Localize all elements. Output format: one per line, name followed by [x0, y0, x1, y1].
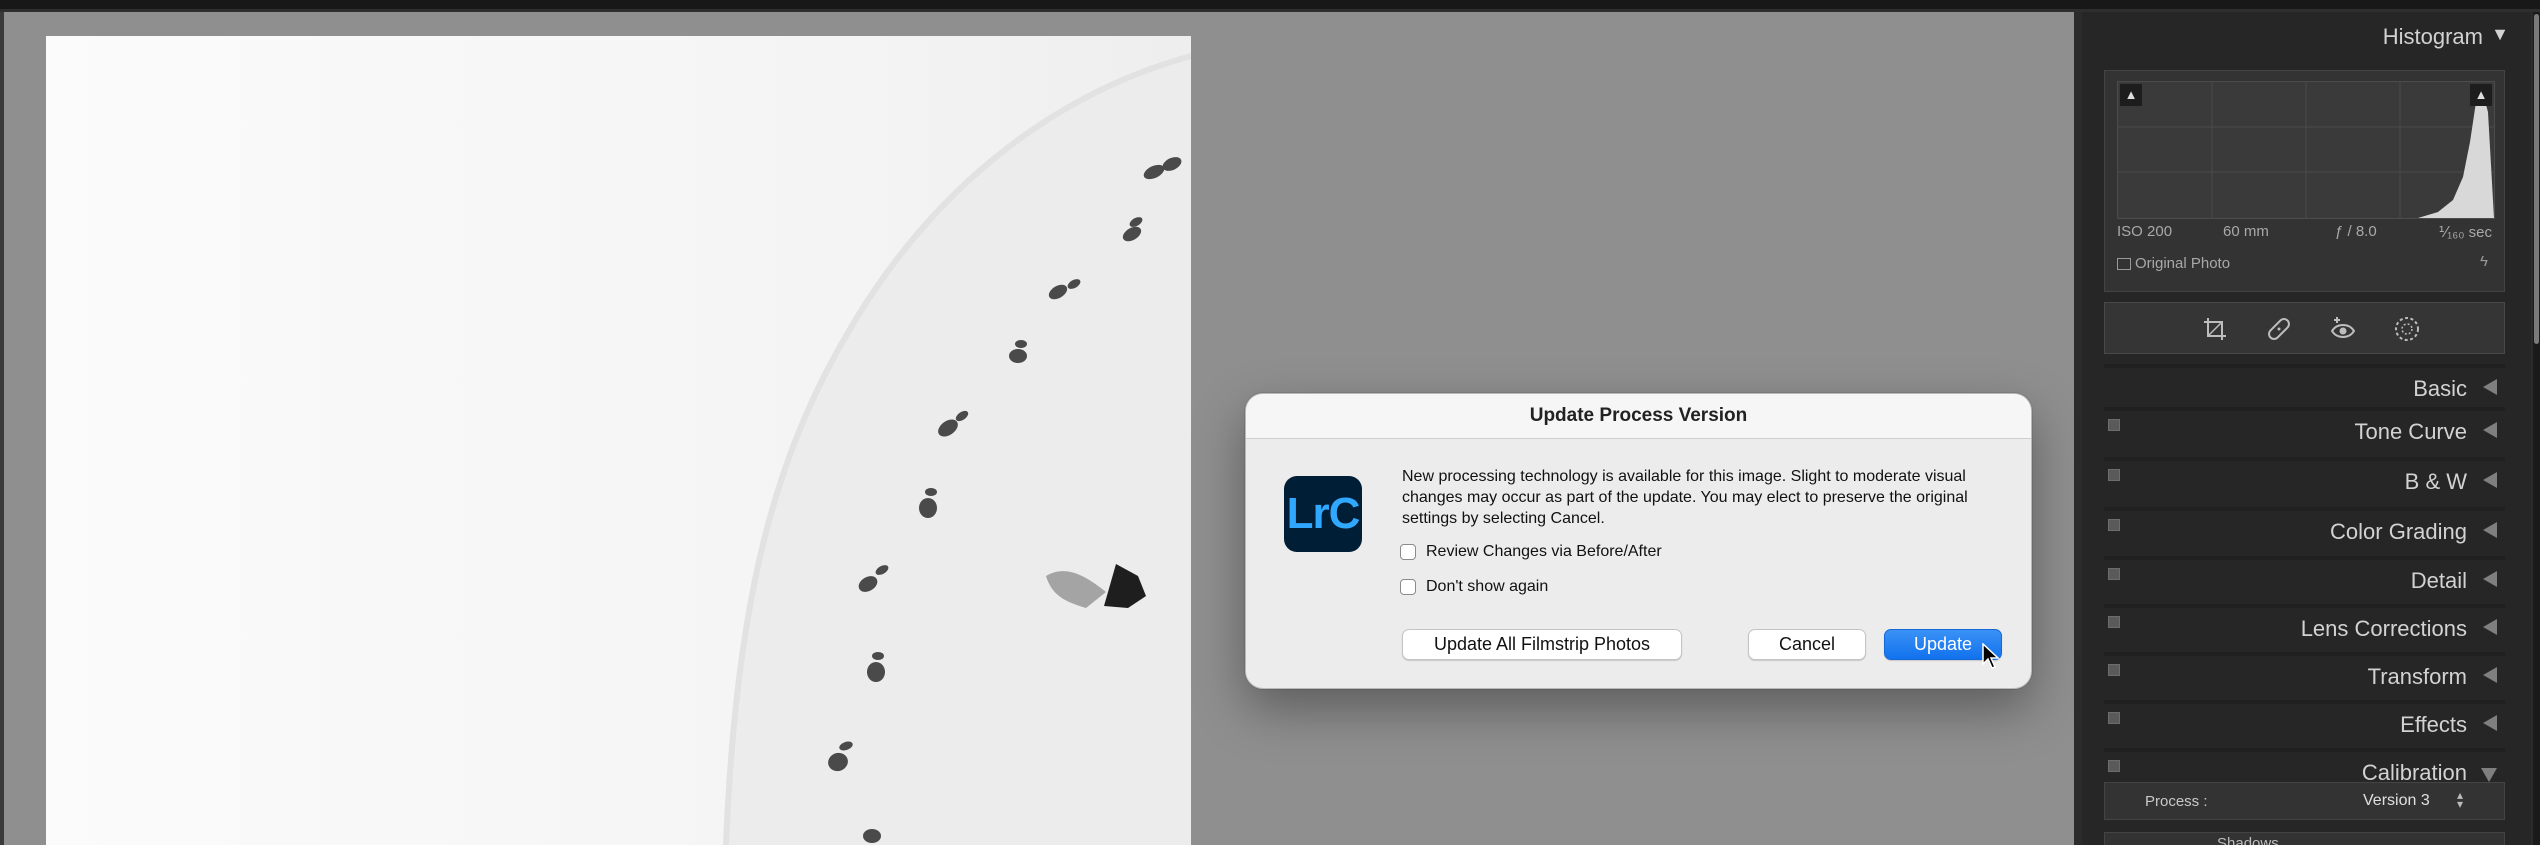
histogram-collapse-icon[interactable]: ▼	[2491, 24, 2509, 45]
panel-inner: Histogram ▼ ▲ ▲ ISO 200 60 mm ƒ / 8.0 ⅟₁…	[2082, 12, 2531, 845]
healing-tool-icon[interactable]	[2265, 315, 2293, 343]
lrc-app-icon: LrC	[1284, 476, 1362, 552]
review-changes-checkbox[interactable]	[1400, 544, 1416, 560]
dont-show-again-checkbox[interactable]	[1400, 579, 1416, 595]
dialog-title: Update Process Version	[1529, 405, 1748, 426]
toggle-switch-icon[interactable]	[2108, 664, 2120, 676]
tool-strip	[2104, 302, 2505, 354]
section-color-grading-label: Color Grading	[2330, 519, 2467, 544]
section-effects[interactable]: Effects	[2104, 700, 2505, 747]
toggle-switch-icon[interactable]	[2108, 568, 2120, 580]
section-tone-curve[interactable]: Tone Curve	[2104, 407, 2505, 454]
original-photo-checkbox[interactable]	[2117, 257, 2131, 270]
select-arrows-icon[interactable]: ▴ ▾	[2457, 789, 2463, 810]
toggle-switch-icon[interactable]	[2108, 760, 2120, 772]
histogram-chart	[2118, 82, 2494, 218]
toggle-switch-icon[interactable]	[2108, 616, 2120, 628]
original-photo-toggle[interactable]: Original Photo	[2117, 255, 2230, 272]
shutter-speed-value: ⅟₁₆₀ sec	[2438, 224, 2492, 241]
toggle-switch-icon[interactable]	[2108, 712, 2120, 724]
collapse-triangle-icon[interactable]	[2483, 619, 2497, 635]
shadow-clipping-indicator[interactable]: ▲	[2120, 84, 2142, 106]
collapse-triangle-icon[interactable]	[2483, 522, 2497, 538]
develop-right-panel: Histogram ▼ ▲ ▲ ISO 200 60 mm ƒ / 8.0 ⅟₁…	[2074, 12, 2540, 845]
section-basic-label: Basic	[2413, 376, 2467, 401]
crop-tool-icon[interactable]	[2201, 315, 2229, 343]
section-transform[interactable]: Transform	[2104, 652, 2505, 699]
histogram-title[interactable]: Histogram	[2383, 24, 2483, 50]
process-version-row: Process : Version 3 ▴ ▾	[2104, 782, 2505, 820]
dont-show-again-checkbox-row[interactable]: Don't show again	[1400, 578, 1548, 596]
mouse-cursor-icon	[1982, 643, 2000, 669]
photo-image	[46, 36, 1191, 845]
collapse-triangle-icon[interactable]	[2483, 667, 2497, 683]
update-process-version-dialog: Update Process Version LrC New processin…	[1245, 393, 2032, 689]
section-lens-corrections-label: Lens Corrections	[2300, 616, 2467, 641]
top-bar	[0, 0, 2540, 12]
section-effects-label: Effects	[2400, 712, 2467, 737]
section-tone-curve-label: Tone Curve	[2354, 419, 2467, 444]
section-bw-label: B & W	[2404, 469, 2467, 494]
toggle-switch-icon[interactable]	[2108, 419, 2120, 431]
histogram-graph: ▲ ▲	[2117, 81, 2495, 219]
focal-length-value: 60 mm	[2223, 223, 2269, 240]
collapse-triangle-icon[interactable]	[2483, 422, 2497, 438]
shadows-row: Shadows	[2104, 832, 2505, 845]
highlight-clipping-indicator[interactable]: ▲	[2470, 84, 2492, 106]
dialog-message: New processing technology is available f…	[1402, 468, 1968, 527]
iso-value: ISO 200	[2117, 223, 2173, 240]
update-all-filmstrip-button[interactable]: Update All Filmstrip Photos	[1402, 629, 1682, 660]
section-detail[interactable]: Detail	[2104, 556, 2505, 603]
cancel-button[interactable]: Cancel	[1748, 629, 1866, 660]
dialog-title-bar: Update Process Version	[1246, 394, 2031, 439]
dont-show-again-label: Don't show again	[1426, 578, 1549, 595]
toggle-switch-icon[interactable]	[2108, 519, 2120, 531]
shadows-label: Shadows	[2217, 835, 2279, 845]
section-lens-corrections[interactable]: Lens Corrections	[2104, 604, 2505, 651]
expand-triangle-icon[interactable]	[2481, 768, 2497, 782]
original-photo-label: Original Photo	[2135, 255, 2231, 272]
aperture-value: ƒ / 8.0	[2335, 223, 2377, 240]
collapse-triangle-icon[interactable]	[2483, 715, 2497, 731]
section-basic[interactable]: Basic	[2104, 364, 2505, 411]
process-label: Process :	[2145, 793, 2208, 810]
collapse-triangle-icon[interactable]	[2483, 571, 2497, 587]
section-bw[interactable]: B & W	[2104, 457, 2505, 504]
review-changes-label: Review Changes via Before/After	[1426, 543, 1662, 560]
lightning-icon[interactable]: ϟ	[2480, 253, 2488, 270]
review-changes-checkbox-row[interactable]: Review Changes via Before/After	[1400, 543, 1662, 561]
process-version-select[interactable]: Version 3	[2363, 792, 2430, 810]
redeye-tool-icon[interactable]	[2329, 315, 2357, 343]
collapse-triangle-icon[interactable]	[2483, 379, 2497, 395]
histogram-box: ▲ ▲ ISO 200 60 mm ƒ / 8.0 ⅟₁₆₀ sec Origi…	[2104, 70, 2505, 292]
masking-tool-icon[interactable]	[2393, 315, 2421, 343]
section-transform-label: Transform	[2367, 664, 2467, 689]
toggle-switch-icon[interactable]	[2108, 469, 2120, 481]
collapse-triangle-icon[interactable]	[2483, 472, 2497, 488]
section-detail-label: Detail	[2410, 568, 2467, 593]
panel-scrollbar[interactable]	[2533, 12, 2540, 845]
section-color-grading[interactable]: Color Grading	[2104, 507, 2505, 554]
snow-footprints-photo	[46, 36, 1191, 845]
